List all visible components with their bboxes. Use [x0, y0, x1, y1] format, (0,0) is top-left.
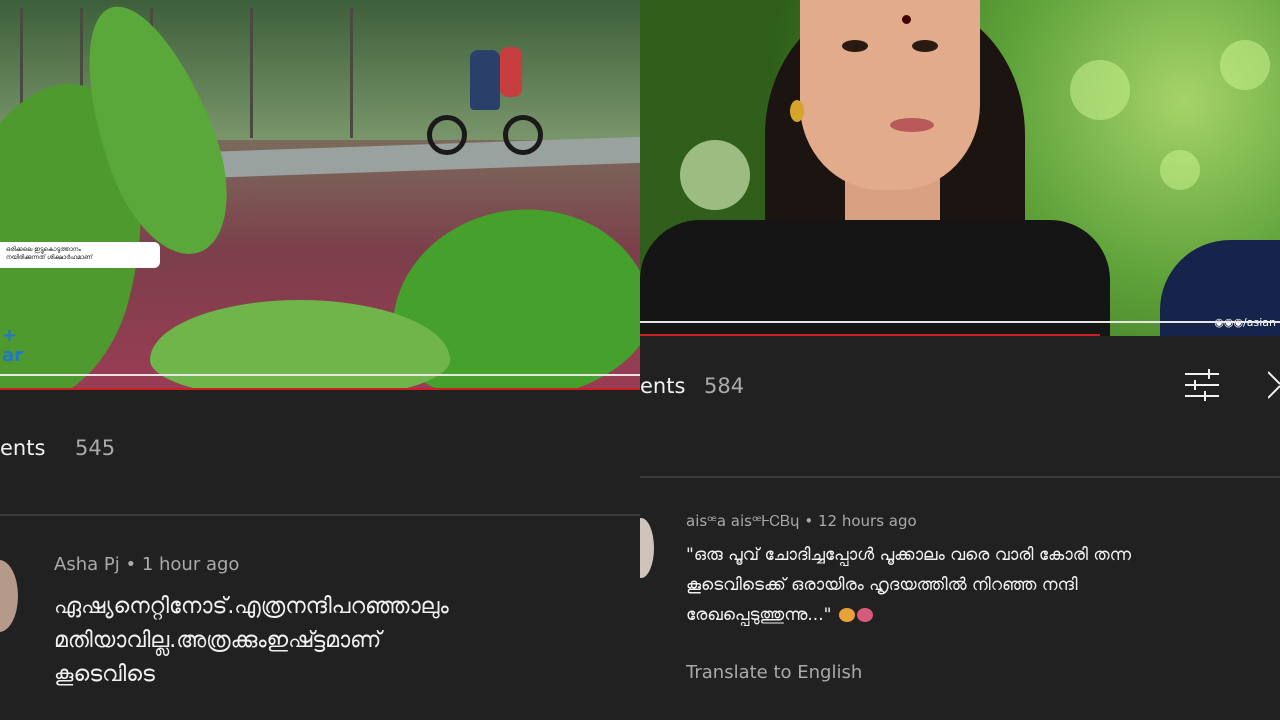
- left-screenshot-panel: ഒരിക്കലെ ഇട്ടുകൊടുത്താനം നയിരിക്കുന്നത് …: [0, 0, 640, 720]
- comment-text: ഏഷ്യനെറ്റിനോട്.എത്രനന്ദിപറഞ്ഞാലും മതിയാവ…: [54, 590, 449, 692]
- celebration-emoji-icon: [838, 608, 855, 622]
- bouquet-emoji-icon: [856, 608, 873, 622]
- comment-time[interactable]: 12 hours ago: [818, 512, 917, 530]
- bokeh: [1070, 60, 1130, 120]
- comment-line-with-emoji: രേഖപ്പെടുത്തുന്നു...": [686, 600, 1131, 630]
- video-player-left[interactable]: ഒരിക്കലെ ഇട്ടുകൊടുത്താനം നയിരിക്കുന്നത് …: [0, 0, 640, 390]
- comment-line: "ഒരു പൂവ് ചോദിച്ചപ്പോൾ പൂക്കാലം വരെ വാരി…: [686, 545, 1132, 565]
- seek-bar-track[interactable]: [0, 374, 640, 376]
- bokeh: [680, 140, 750, 210]
- comment-meta: aisꟹa aisꟹᎰᏟᏴɥ • 12 hours ago: [686, 512, 917, 530]
- comment-meta: Asha Pj • 1 hour ago: [54, 554, 239, 575]
- comment-text: "ഒരു പൂവ് ചോദിച്ചപ്പോൾ പൂക്കാലം വരെ വാരി…: [686, 540, 1131, 630]
- person-dress: [640, 220, 1110, 336]
- sort-icon[interactable]: [1183, 368, 1221, 402]
- comments-label: ents: [0, 436, 46, 460]
- bindi: [902, 15, 911, 24]
- video-player-right[interactable]: ◉◉◉/asian: [640, 0, 1280, 336]
- fence-post: [250, 8, 253, 138]
- video-caption-box: ഒരിക്കലെ ഇട്ടുകൊടുത്താനം നയിരിക്കുന്നത് …: [0, 242, 160, 268]
- comment-line: കൂടെവിടെക്ക് ഒരായിരം ഹൃദയത്തിൽ നിറഞ്ഞ നന…: [686, 575, 1078, 595]
- comments-count: 545: [75, 436, 116, 460]
- comment-author[interactable]: Asha Pj: [54, 554, 120, 575]
- bokeh: [1160, 150, 1200, 190]
- eye: [842, 40, 868, 52]
- fence-post: [350, 8, 353, 138]
- comment-line: കൂടെവിടെ: [54, 662, 155, 687]
- lips: [890, 118, 934, 132]
- channel-logo: + ar: [2, 325, 24, 366]
- comment-line: രേഖപ്പെടുത്തുന്നു...": [686, 605, 832, 625]
- comment-author[interactable]: aisꟹa aisꟹᎰᏟᏴɥ: [686, 512, 800, 530]
- meta-separator: •: [804, 512, 814, 530]
- comment-line: മതിയാവില്ല.അത്രക്കുംഇഷ്ട്ടമാണ്: [54, 628, 382, 653]
- comment-time[interactable]: 1 hour ago: [142, 554, 240, 575]
- video-progress-bar[interactable]: [0, 388, 640, 390]
- comments-label: ents: [640, 374, 686, 398]
- video-progress-bar[interactable]: [640, 334, 1100, 336]
- caption-line: നയിരിക്കുന്നത് ശിക്ഷാർഹമാണ്: [6, 254, 93, 261]
- person-face: [800, 0, 980, 190]
- right-screenshot-panel: ◉◉◉/asian ents 584 aisꟹa aisꟹᎰᏟᏴɥ •: [640, 0, 1280, 720]
- eye: [912, 40, 938, 52]
- comment-line: ഏഷ്യനെറ്റിനോട്.എത്രനന്ദിപറഞ്ഞാലും: [54, 594, 449, 619]
- seek-bar-track[interactable]: [640, 321, 1280, 323]
- comments-count: 584: [704, 374, 745, 398]
- motorbike-riders: [425, 47, 545, 155]
- meta-separator: •: [125, 554, 137, 575]
- earring: [790, 100, 804, 122]
- divider: [0, 514, 640, 516]
- avatar[interactable]: [0, 560, 18, 632]
- close-icon[interactable]: [1267, 368, 1280, 402]
- divider: [640, 476, 1280, 478]
- caption-line: ഒരിക്കലെ ഇട്ടുകൊടുത്താനം: [6, 246, 81, 253]
- translate-link[interactable]: Translate to English: [686, 662, 862, 683]
- avatar[interactable]: [640, 518, 654, 578]
- bokeh: [1220, 40, 1270, 90]
